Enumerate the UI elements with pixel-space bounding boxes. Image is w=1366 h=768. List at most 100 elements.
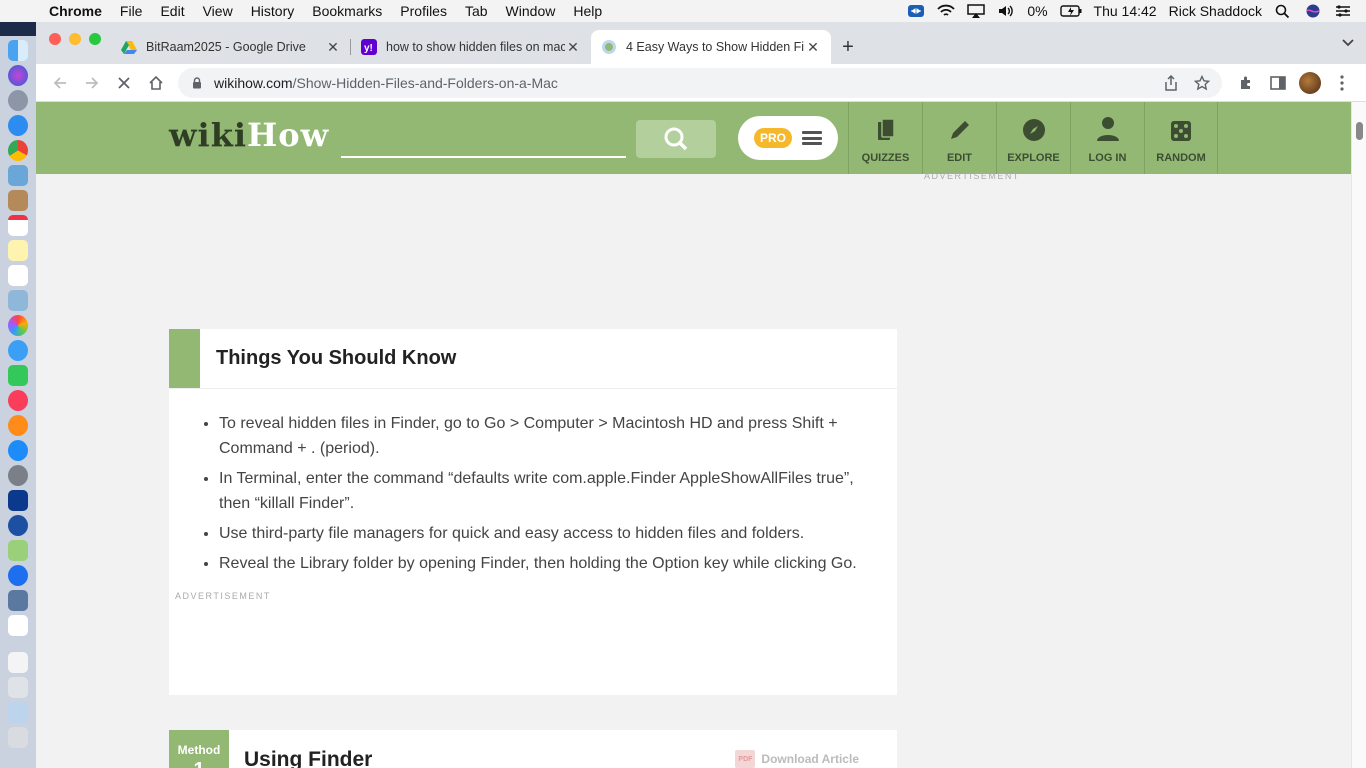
close-tab-icon[interactable]: ✕ <box>325 39 341 56</box>
volume-icon[interactable] <box>997 4 1015 18</box>
maps-icon[interactable] <box>8 540 28 561</box>
profile-avatar[interactable] <box>1294 68 1326 98</box>
dice-icon <box>1171 121 1191 141</box>
menu-bookmarks[interactable]: Bookmarks <box>303 3 391 19</box>
macos-dock <box>0 36 36 768</box>
scrollbar-thumb[interactable] <box>1356 122 1363 140</box>
method-number: 1 <box>169 759 229 768</box>
address-bar[interactable]: wikihow.com/Show-Hidden-Files-and-Folder… <box>178 67 1222 98</box>
bitraam-doc-icon[interactable] <box>8 615 28 636</box>
menu-app-name[interactable]: Chrome <box>40 3 111 19</box>
control-center-icon[interactable] <box>1334 4 1352 18</box>
close-tab-icon[interactable]: ✕ <box>565 39 581 56</box>
facetime-icon[interactable] <box>8 365 28 386</box>
menu-tab[interactable]: Tab <box>456 3 497 19</box>
screen-sharing-icon[interactable] <box>8 590 28 611</box>
siri-icon[interactable] <box>1304 4 1322 18</box>
scanner-icon[interactable] <box>8 677 28 698</box>
nav-label: QUIZZES <box>861 152 910 164</box>
contacts-icon[interactable] <box>8 190 28 211</box>
menubar-clock[interactable]: Thu 14:42 <box>1094 3 1157 19</box>
menu-help[interactable]: Help <box>564 3 611 19</box>
wikihow-logo[interactable]: wikiHow <box>169 116 329 154</box>
download-article-button[interactable]: PDF Download Article <box>735 750 859 768</box>
tab-yahoo-search[interactable]: y! how to show hidden files on mac ✕ <box>351 30 591 64</box>
downloads-folder-icon[interactable] <box>8 702 28 723</box>
app-store-icon[interactable] <box>8 440 28 461</box>
preview-icon[interactable] <box>8 165 28 186</box>
menubar-user[interactable]: Rick Shaddock <box>1169 3 1262 19</box>
pro-menu-button[interactable]: PRO <box>738 116 838 160</box>
nav-edit[interactable]: EDIT <box>922 102 996 174</box>
music-icon[interactable] <box>8 390 28 411</box>
reminders-icon[interactable] <box>8 265 28 286</box>
nav-label: RANDOM <box>1156 152 1206 164</box>
page-scrollbar[interactable] <box>1351 102 1366 768</box>
battery-icon[interactable] <box>1059 4 1082 18</box>
menu-history[interactable]: History <box>242 3 304 19</box>
menu-window[interactable]: Window <box>497 3 565 19</box>
tab-wikihow[interactable]: 4 Easy Ways to Show Hidden Files ✕ <box>591 30 831 64</box>
back-button[interactable] <box>44 68 76 98</box>
booking-app-icon[interactable] <box>8 490 28 511</box>
finder-icon[interactable] <box>8 40 28 61</box>
forward-button[interactable] <box>76 68 108 98</box>
notes-icon[interactable] <box>8 240 28 261</box>
user-icon <box>1096 117 1119 141</box>
web-page: wikiHow PRO QUIZZES EDIT EXPLORE LOG IN … <box>36 102 1351 768</box>
photos-icon[interactable] <box>8 315 28 336</box>
search-button[interactable] <box>636 120 716 158</box>
nav-label: EXPLORE <box>1007 152 1060 164</box>
safari-icon[interactable] <box>8 115 28 136</box>
advertisement-label: ADVERTISEMENT <box>175 591 271 601</box>
books-icon[interactable] <box>8 415 28 436</box>
menu-file[interactable]: File <box>111 3 152 19</box>
search-input[interactable] <box>341 126 626 158</box>
tab-google-drive[interactable]: BitRaam2025 - Google Drive ✕ <box>111 30 351 64</box>
image-capture-icon[interactable] <box>8 290 28 311</box>
m-app-icon[interactable] <box>8 515 28 536</box>
chrome-icon[interactable] <box>8 140 28 161</box>
chrome-menu-icon[interactable] <box>1326 68 1358 98</box>
calendar-icon[interactable] <box>8 215 28 236</box>
menu-profiles[interactable]: Profiles <box>391 3 456 19</box>
extensions-puzzle-icon[interactable] <box>1230 68 1262 98</box>
svg-text:y!: y! <box>364 43 373 54</box>
teamviewer-status-icon[interactable] <box>907 4 925 18</box>
logo-wiki-text: wiki <box>169 116 248 154</box>
stop-loading-button[interactable] <box>108 68 140 98</box>
new-tab-button[interactable]: + <box>831 30 865 64</box>
trash-icon[interactable] <box>8 727 28 748</box>
menu-view[interactable]: View <box>194 3 242 19</box>
lock-icon[interactable] <box>190 76 204 89</box>
tab-search-chevron-icon[interactable] <box>1342 36 1354 50</box>
system-preferences-icon[interactable] <box>8 465 28 486</box>
home-button[interactable] <box>140 68 172 98</box>
launchpad-icon[interactable] <box>8 90 28 111</box>
nav-log-in[interactable]: LOG IN <box>1070 102 1144 174</box>
hamburger-menu-icon <box>802 131 822 145</box>
side-panel-icon[interactable] <box>1262 68 1294 98</box>
zoom-window-button[interactable] <box>89 33 101 45</box>
nav-quizzes[interactable]: QUIZZES <box>848 102 922 174</box>
minimize-window-button[interactable] <box>69 33 81 45</box>
airplay-icon[interactable] <box>967 4 986 18</box>
menu-edit[interactable]: Edit <box>151 3 193 19</box>
list-item: Reveal the Library folder by opening Fin… <box>219 551 867 576</box>
nav-label: LOG IN <box>1088 152 1127 164</box>
nav-explore[interactable]: EXPLORE <box>996 102 1070 174</box>
bookmark-star-icon[interactable] <box>1194 74 1210 91</box>
close-tab-icon[interactable]: ✕ <box>805 39 821 56</box>
document-icon[interactable] <box>8 652 28 673</box>
close-window-button[interactable] <box>49 33 61 45</box>
search-icon <box>664 127 688 151</box>
wikihow-icon <box>602 40 616 54</box>
wifi-icon[interactable] <box>937 4 955 18</box>
messages-icon[interactable] <box>8 340 28 361</box>
share-icon[interactable] <box>1164 74 1178 91</box>
spotlight-search-icon[interactable] <box>1274 4 1292 18</box>
macos-menu-bar: Chrome File Edit View History Bookmarks … <box>0 0 1366 22</box>
teamviewer-icon[interactable] <box>8 565 28 586</box>
nav-random[interactable]: RANDOM <box>1144 102 1218 174</box>
siri-app-icon[interactable] <box>8 65 28 86</box>
